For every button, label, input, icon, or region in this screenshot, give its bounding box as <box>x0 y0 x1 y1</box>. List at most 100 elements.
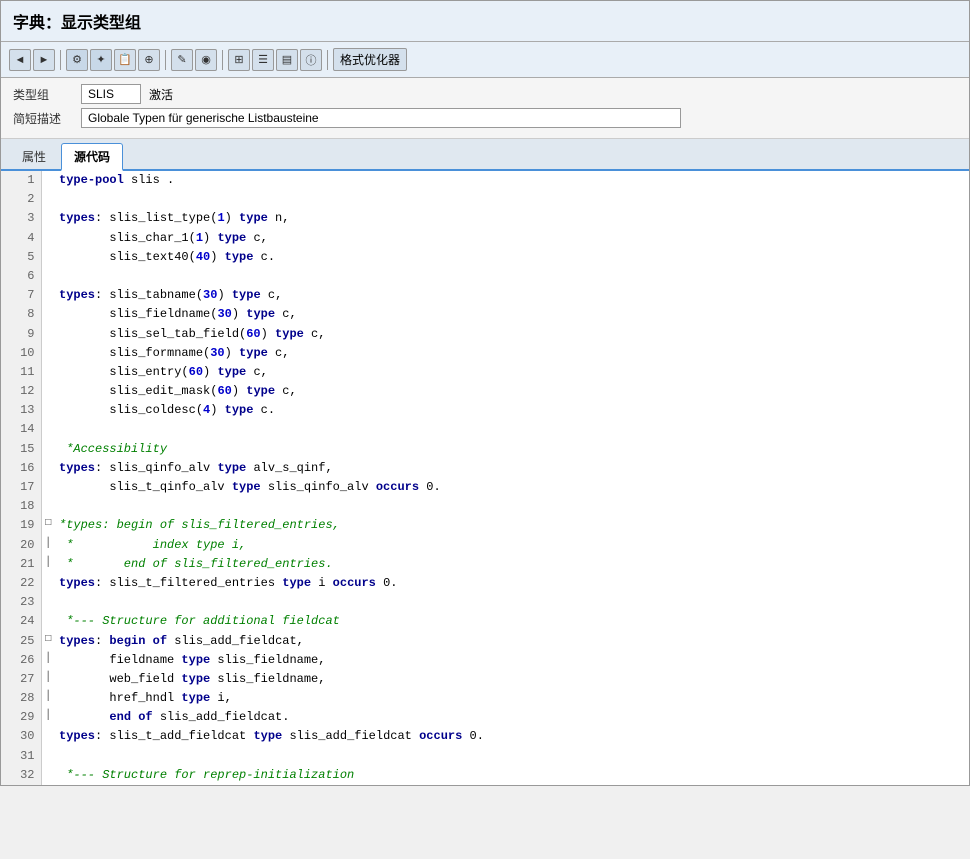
info-button[interactable]: ⓘ <box>300 49 322 71</box>
fold-icon <box>41 248 55 267</box>
fold-icon[interactable]: □ <box>41 632 55 651</box>
table-row: 5 slis_text40(40) type c. <box>1 248 969 267</box>
line-number: 8 <box>1 305 41 324</box>
grid-button[interactable]: ▤ <box>276 49 298 71</box>
line-number: 16 <box>1 459 41 478</box>
line-number: 6 <box>1 267 41 286</box>
pin-button[interactable]: ◉ <box>195 49 217 71</box>
fold-icon <box>41 478 55 497</box>
line-number: 9 <box>1 325 41 344</box>
line-number: 15 <box>1 440 41 459</box>
line-number: 12 <box>1 382 41 401</box>
line-number: 24 <box>1 612 41 631</box>
code-line: slis_t_qinfo_alv type slis_qinfo_alv occ… <box>55 478 969 497</box>
copy-button[interactable]: 📋 <box>114 49 136 71</box>
code-line: *--- Structure for reprep-initialization <box>55 766 969 785</box>
table-row: 11 slis_entry(60) type c, <box>1 363 969 382</box>
fold-icon[interactable]: │ <box>41 689 55 708</box>
table-row: 21│ * end of slis_filtered_entries. <box>1 555 969 574</box>
code-line: types: slis_t_filtered_entries type i oc… <box>55 574 969 593</box>
code-line <box>55 747 969 766</box>
fold-icon[interactable]: │ <box>41 536 55 555</box>
line-number: 22 <box>1 574 41 593</box>
code-line: slis_char_1(1) type c, <box>55 229 969 248</box>
title-bar: 字典：显示类型组 <box>1 1 969 42</box>
line-number: 21 <box>1 555 41 574</box>
table-row: 7types: slis_tabname(30) type c, <box>1 286 969 305</box>
tab-properties[interactable]: 属性 <box>9 143 59 169</box>
back-button[interactable]: ◄ <box>9 49 31 71</box>
fold-icon <box>41 325 55 344</box>
code-line: slis_fieldname(30) type c, <box>55 305 969 324</box>
edit-button[interactable]: ✎ <box>171 49 193 71</box>
code-line: slis_edit_mask(60) type c, <box>55 382 969 401</box>
list-button[interactable]: ☰ <box>252 49 274 71</box>
fold-icon[interactable]: │ <box>41 670 55 689</box>
code-line: type-pool slis . <box>55 171 969 190</box>
code-line: *--- Structure for additional fieldcat <box>55 612 969 631</box>
line-number: 11 <box>1 363 41 382</box>
table-row: 3types: slis_list_type(1) type n, <box>1 209 969 228</box>
code-line: types: slis_qinfo_alv type alv_s_qinf, <box>55 459 969 478</box>
line-number: 32 <box>1 766 41 785</box>
web-button[interactable]: ⊕ <box>138 49 160 71</box>
separator-3 <box>222 50 223 70</box>
fold-icon <box>41 286 55 305</box>
code-line: types: slis_t_add_fieldcat type slis_add… <box>55 727 969 746</box>
table-row: 17 slis_t_qinfo_alv type slis_qinfo_alv … <box>1 478 969 497</box>
table-row: 26│ fieldname type slis_fieldname, <box>1 651 969 670</box>
table-row: 24 *--- Structure for additional fieldca… <box>1 612 969 631</box>
line-number: 4 <box>1 229 41 248</box>
table-row: 8 slis_fieldname(30) type c, <box>1 305 969 324</box>
table-row: 9 slis_sel_tab_field(60) type c, <box>1 325 969 344</box>
short-desc-row: 简短描述 Globale Typen für generische Listba… <box>13 108 957 128</box>
separator-1 <box>60 50 61 70</box>
table-row: 29│ end of slis_add_fieldcat. <box>1 708 969 727</box>
type-group-row: 类型组 SLIS 激活 <box>13 84 957 104</box>
table-row: 32 *--- Structure for reprep-initializat… <box>1 766 969 785</box>
main-window: 字典：显示类型组 ◄ ► ⚙ ✦ 📋 ⊕ ✎ ◉ ⊞ ☰ ▤ ⓘ 格式优化器 类… <box>0 0 970 786</box>
tool-btn-1[interactable]: ⚙ <box>66 49 88 71</box>
fold-icon <box>41 612 55 631</box>
table-row: 10 slis_formname(30) type c, <box>1 344 969 363</box>
table-row: 28│ href_hndl type i, <box>1 689 969 708</box>
table-row: 2 <box>1 190 969 209</box>
table-row: 4 slis_char_1(1) type c, <box>1 229 969 248</box>
fold-icon <box>41 190 55 209</box>
forward-button[interactable]: ► <box>33 49 55 71</box>
fold-icon <box>41 363 55 382</box>
line-number: 13 <box>1 401 41 420</box>
fold-icon <box>41 382 55 401</box>
optimizer-button[interactable]: 格式优化器 <box>333 48 407 71</box>
tool-btn-2[interactable]: ✦ <box>90 49 112 71</box>
fold-icon[interactable]: │ <box>41 555 55 574</box>
line-number: 31 <box>1 747 41 766</box>
fold-icon[interactable]: │ <box>41 708 55 727</box>
fold-icon <box>41 574 55 593</box>
line-number: 5 <box>1 248 41 267</box>
fold-icon <box>41 593 55 612</box>
line-number: 10 <box>1 344 41 363</box>
line-number: 26 <box>1 651 41 670</box>
fold-icon <box>41 401 55 420</box>
line-number: 1 <box>1 171 41 190</box>
separator-2 <box>165 50 166 70</box>
fold-icon <box>41 497 55 516</box>
line-number: 19 <box>1 516 41 535</box>
fold-icon <box>41 766 55 785</box>
code-line: *types: begin of slis_filtered_entries, <box>55 516 969 535</box>
hierarchy-button[interactable]: ⊞ <box>228 49 250 71</box>
table-row: 15 *Accessibility <box>1 440 969 459</box>
fold-icon <box>41 171 55 190</box>
tab-source-code[interactable]: 源代码 <box>61 143 123 171</box>
fold-icon <box>41 209 55 228</box>
fold-icon <box>41 459 55 478</box>
table-row: 25□types: begin of slis_add_fieldcat, <box>1 632 969 651</box>
fold-icon[interactable]: │ <box>41 651 55 670</box>
fold-icon <box>41 440 55 459</box>
code-line <box>55 420 969 439</box>
code-line: slis_coldesc(4) type c. <box>55 401 969 420</box>
short-desc-value: Globale Typen für generische Listbaustei… <box>81 108 681 128</box>
fold-icon[interactable]: □ <box>41 516 55 535</box>
type-group-value: SLIS <box>81 84 141 104</box>
